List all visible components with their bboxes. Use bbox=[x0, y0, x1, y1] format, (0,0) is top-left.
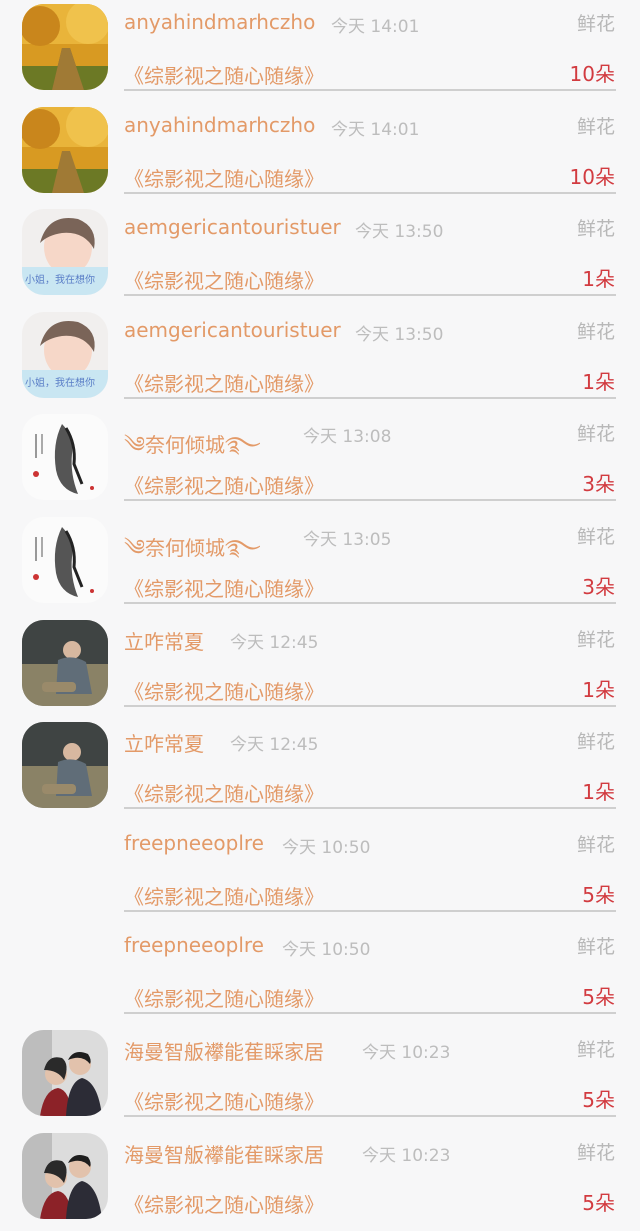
avatar[interactable] bbox=[22, 722, 108, 809]
divider bbox=[124, 807, 616, 810]
novel-title-link[interactable]: 《综影视之随心随缘》 bbox=[124, 1086, 324, 1115]
ornament-left-icon: ༄ bbox=[124, 535, 146, 561]
divider bbox=[124, 89, 616, 91]
gift-count: 5朵 bbox=[582, 882, 615, 907]
list-item[interactable]: 小姐，我在想你 aemgericantouristuer 今天 13:50 鲜花… bbox=[0, 205, 640, 308]
divider bbox=[124, 294, 616, 297]
avatar[interactable] bbox=[22, 1132, 108, 1219]
gift-count: 10朵 bbox=[569, 62, 615, 86]
sender-name[interactable]: freepneeoplre bbox=[124, 831, 264, 855]
gift-count: 3朵 bbox=[582, 472, 615, 497]
timestamp: 今天 13:08 bbox=[303, 427, 392, 448]
timestamp: 今天 13:50 bbox=[355, 324, 444, 345]
list-item[interactable]: 海曼智舨襻能萑睬家居 今天 10:23 鲜花 《综影视之随心随缘》 5朵 bbox=[0, 1129, 640, 1231]
novel-title-link[interactable]: 《综影视之随心随缘》 bbox=[124, 573, 324, 602]
avatar[interactable] bbox=[22, 414, 108, 501]
timestamp: 今天 10:23 bbox=[362, 1042, 451, 1063]
avatar-caption: 小姐，我在想你 bbox=[25, 377, 95, 389]
timestamp: 今天 13:50 bbox=[355, 222, 444, 243]
avatar[interactable] bbox=[22, 619, 108, 706]
novel-title-link[interactable]: 《综影视之随心随缘》 bbox=[124, 163, 324, 192]
list-item[interactable]: 立咋常夏 今天 12:45 鲜花 《综影视之随心随缘》 1朵 bbox=[0, 718, 640, 821]
avatar[interactable] bbox=[22, 106, 108, 193]
avatar[interactable]: 小姐，我在想你 bbox=[22, 209, 108, 296]
gift-record-list: anyahindmarhczho 今天 14:01 鲜花 《综影视之随心随缘》 … bbox=[0, 0, 640, 1231]
sender-name[interactable]: 立咋常夏 bbox=[124, 626, 204, 655]
gift-type: 鲜花 bbox=[576, 936, 615, 959]
novel-title-link[interactable]: 《综影视之随心随缘》 bbox=[124, 983, 324, 1012]
avatar[interactable] bbox=[22, 516, 108, 603]
ornament-left-icon: ༄ bbox=[124, 433, 146, 459]
gift-type: 鲜花 bbox=[576, 1141, 615, 1164]
divider bbox=[124, 499, 616, 502]
timestamp: 今天 12:45 bbox=[230, 735, 319, 756]
novel-title-link[interactable]: 《综影视之随心随缘》 bbox=[124, 265, 324, 294]
divider bbox=[124, 191, 616, 194]
gift-count: 1朵 bbox=[582, 369, 615, 394]
list-item[interactable]: 海曼智舨襻能萑睬家居 今天 10:23 鲜花 《综影视之随心随缘》 5朵 bbox=[0, 1026, 640, 1129]
gift-type: 鲜花 bbox=[576, 731, 615, 754]
timestamp: 今天 14:01 bbox=[331, 119, 420, 140]
divider bbox=[124, 704, 616, 707]
gift-type: 鲜花 bbox=[576, 423, 615, 446]
novel-title-link[interactable]: 《综影视之随心随缘》 bbox=[124, 881, 324, 910]
gift-type: 鲜花 bbox=[576, 13, 615, 35]
sender-name[interactable]: anyahindmarhczho bbox=[124, 10, 315, 34]
sender-name[interactable]: aemgericantouristuer bbox=[124, 318, 341, 342]
sender-name[interactable]: 海曼智舨襻能萑睬家居 bbox=[124, 1139, 324, 1168]
timestamp: 今天 10:50 bbox=[282, 940, 371, 961]
sender-name[interactable]: 海曼智舨襻能萑睬家居 bbox=[124, 1036, 324, 1065]
novel-title-link[interactable]: 《综影视之随心随缘》 bbox=[124, 368, 324, 397]
gift-type: 鲜花 bbox=[576, 320, 615, 343]
divider bbox=[124, 1114, 616, 1117]
avatar-caption: 小姐，我在想你 bbox=[25, 275, 95, 287]
timestamp: 今天 12:45 bbox=[230, 632, 319, 653]
list-item[interactable]: 立咋常夏 今天 12:45 鲜花 《综影视之随心随缘》 1朵 bbox=[0, 616, 640, 719]
gift-count: 3朵 bbox=[582, 574, 615, 599]
list-item[interactable]: ༄奈何倾城࿐ 今天 13:08 鲜花 《综影视之随心随缘》 3朵 bbox=[0, 410, 640, 513]
gift-count: 5朵 bbox=[582, 1190, 615, 1215]
novel-title-link[interactable]: 《综影视之随心随缘》 bbox=[124, 676, 324, 705]
gift-type: 鲜花 bbox=[576, 628, 615, 651]
avatar[interactable] bbox=[22, 4, 108, 90]
gift-type: 鲜花 bbox=[576, 525, 615, 548]
divider bbox=[124, 601, 616, 604]
gift-type: 鲜花 bbox=[576, 833, 615, 856]
timestamp: 今天 13:05 bbox=[303, 529, 392, 550]
divider bbox=[124, 1012, 616, 1015]
avatar[interactable]: 小姐，我在想你 bbox=[22, 311, 108, 398]
gift-count: 5朵 bbox=[582, 985, 615, 1010]
list-item[interactable]: 小姐，我在想你 aemgericantouristuer 今天 13:50 鲜花… bbox=[0, 308, 640, 411]
list-item[interactable]: freepneeoplre 今天 10:50 鲜花 《综影视之随心随缘》 5朵 bbox=[0, 923, 640, 1026]
novel-title-link[interactable]: 《综影视之随心随缘》 bbox=[124, 60, 324, 89]
ornament-right-icon: ࿐ bbox=[225, 535, 261, 561]
novel-title-link[interactable]: 《综影视之随心随缘》 bbox=[124, 1189, 324, 1218]
gift-type: 鲜花 bbox=[576, 218, 615, 241]
list-item[interactable]: anyahindmarhczho 今天 14:01 鲜花 《综影视之随心随缘》 … bbox=[0, 0, 640, 103]
list-item[interactable]: ༄奈何倾城࿐ 今天 13:05 鲜花 《综影视之随心随缘》 3朵 bbox=[0, 513, 640, 616]
list-item[interactable]: anyahindmarhczho 今天 14:01 鲜花 《综影视之随心随缘》 … bbox=[0, 103, 640, 206]
divider bbox=[124, 396, 616, 399]
list-item[interactable]: freepneeoplre 今天 10:50 鲜花 《综影视之随心随缘》 5朵 bbox=[0, 821, 640, 924]
sender-name[interactable]: 立咋常夏 bbox=[124, 728, 204, 757]
gift-type: 鲜花 bbox=[576, 115, 615, 138]
avatar[interactable] bbox=[22, 1029, 108, 1116]
sender-name[interactable]: aemgericantouristuer bbox=[124, 215, 341, 239]
timestamp: 今天 10:23 bbox=[362, 1145, 451, 1166]
novel-title-link[interactable]: 《综影视之随心随缘》 bbox=[124, 470, 324, 499]
timestamp: 今天 14:01 bbox=[331, 17, 420, 37]
sender-name[interactable]: anyahindmarhczho bbox=[124, 113, 315, 137]
gift-type: 鲜花 bbox=[576, 1038, 615, 1061]
gift-count: 1朵 bbox=[582, 677, 615, 702]
divider bbox=[124, 909, 616, 912]
gift-count: 1朵 bbox=[582, 780, 615, 805]
gift-count: 1朵 bbox=[582, 267, 615, 292]
ornament-right-icon: ࿐ bbox=[225, 433, 261, 459]
timestamp: 今天 10:50 bbox=[282, 837, 371, 858]
gift-count: 10朵 bbox=[569, 164, 615, 189]
novel-title-link[interactable]: 《综影视之随心随缘》 bbox=[124, 778, 324, 807]
sender-name[interactable]: freepneeoplre bbox=[124, 933, 264, 957]
gift-count: 5朵 bbox=[582, 1087, 615, 1112]
